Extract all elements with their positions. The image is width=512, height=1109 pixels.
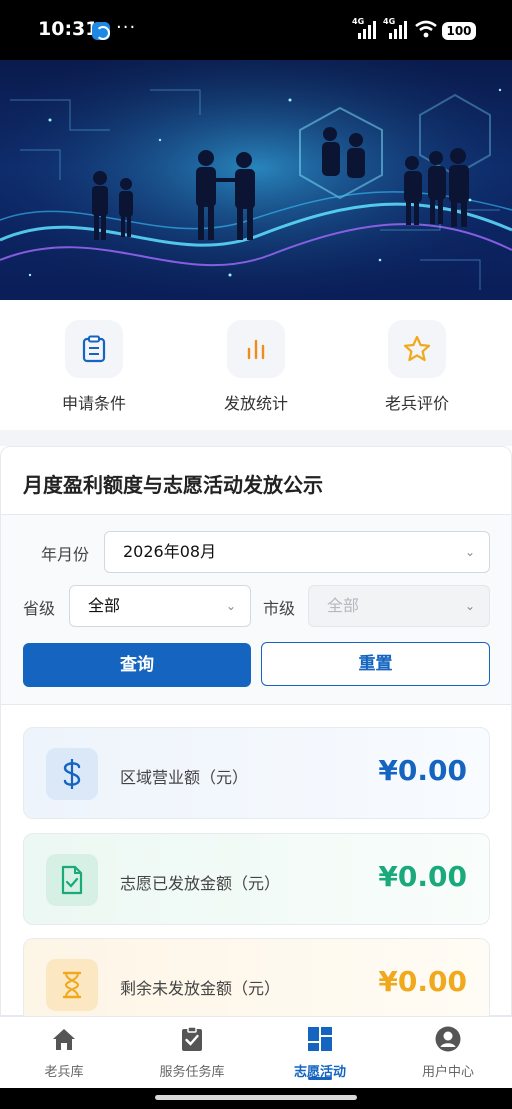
card-title: 月度盈利额度与志愿活动发放公示	[23, 473, 323, 497]
clipboard-icon	[65, 320, 123, 378]
more-notifications-icon: ···	[116, 17, 137, 38]
chevron-down-icon: ⌄	[464, 599, 475, 613]
tab-veteran-library[interactable]: 老兵库	[0, 1025, 128, 1080]
stat-value: ¥0.00	[378, 860, 467, 893]
signal-icon: 4G	[352, 17, 378, 39]
quick-item-apply-conditions[interactable]: 申请条件	[34, 320, 154, 414]
stat-value: ¥0.00	[378, 965, 467, 998]
reset-button[interactable]: 重置	[261, 642, 490, 686]
filter-panel: 年月份 2026年08月 ⌄ 省级 全部 ⌄ 市级 全部 ⌄ 查询 重置	[1, 515, 511, 705]
month-select[interactable]: 2026年08月 ⌄	[104, 531, 490, 573]
stat-value: ¥0.00	[378, 754, 467, 787]
home-icon	[53, 1029, 75, 1050]
city-label: 市级	[263, 599, 296, 618]
disclosure-card: 月度盈利额度与志愿活动发放公示 年月份 2026年08月 ⌄ 省级 全部 ⌄ 市…	[0, 446, 512, 1017]
quick-item-veteran-reviews[interactable]: 老兵评价	[357, 320, 477, 414]
tab-label: 用户中心	[421, 1065, 474, 1080]
province-select[interactable]: 全部 ⌄	[69, 585, 251, 627]
tab-user-center[interactable]: 用户中心	[384, 1025, 512, 1080]
file-check-icon	[46, 854, 98, 906]
banner-image	[0, 60, 512, 300]
signal-icon: 4G	[383, 17, 409, 39]
tab-service-tasks[interactable]: 服务任务库	[128, 1025, 256, 1080]
status-bar: 10:31 ··· 4G 4G 100	[0, 0, 512, 60]
stat-label: 剩余未发放金额（元）	[120, 979, 281, 998]
bar-chart-icon	[227, 320, 285, 378]
stat-card-regional-revenue: 区域营业额（元） ¥0.00	[23, 727, 490, 819]
home-indicator[interactable]	[155, 1095, 357, 1100]
quick-item-label: 老兵评价	[384, 394, 449, 413]
tab-label: 老兵库	[44, 1065, 84, 1080]
city-select[interactable]: 全部 ⌄	[308, 585, 490, 627]
bottom-tab-bar: 老兵库 服务任务库 志愿活动 用户中心	[0, 1016, 512, 1088]
star-icon	[388, 320, 446, 378]
stat-card-remaining-amount: 剩余未发放金额（元） ¥0.00	[23, 938, 490, 1017]
tab-volunteer-activity[interactable]: 志愿活动	[256, 1025, 384, 1080]
month-label: 年月份	[41, 545, 90, 564]
wifi-icon	[415, 20, 437, 38]
chevron-down-icon: ⌄	[464, 545, 475, 559]
battery-icon: 100	[442, 22, 476, 40]
stat-label: 志愿已发放金额（元）	[120, 874, 281, 893]
user-icon	[435, 1026, 461, 1052]
hourglass-icon	[46, 959, 98, 1011]
query-button[interactable]: 查询	[23, 643, 251, 687]
stat-card-distributed-amount: 志愿已发放金额（元） ¥0.00	[23, 833, 490, 925]
divider	[1, 704, 511, 705]
active-tab-indicator	[308, 1077, 332, 1080]
app-notification-icon	[92, 22, 110, 40]
tab-label: 服务任务库	[159, 1065, 225, 1080]
grid-icon	[308, 1027, 332, 1051]
province-label: 省级	[23, 599, 56, 618]
stat-label: 区域营业额（元）	[120, 768, 249, 787]
quick-item-distribution-stats[interactable]: 发放统计	[196, 320, 316, 414]
task-check-icon	[182, 1026, 202, 1051]
dollar-icon	[46, 748, 98, 800]
status-time: 10:31	[38, 18, 99, 40]
chevron-down-icon: ⌄	[225, 599, 236, 613]
quick-item-label: 申请条件	[61, 394, 126, 413]
section-gap	[0, 430, 512, 446]
quick-menu: 申请条件 发放统计 老兵评价	[0, 300, 512, 430]
quick-item-label: 发放统计	[223, 394, 288, 413]
